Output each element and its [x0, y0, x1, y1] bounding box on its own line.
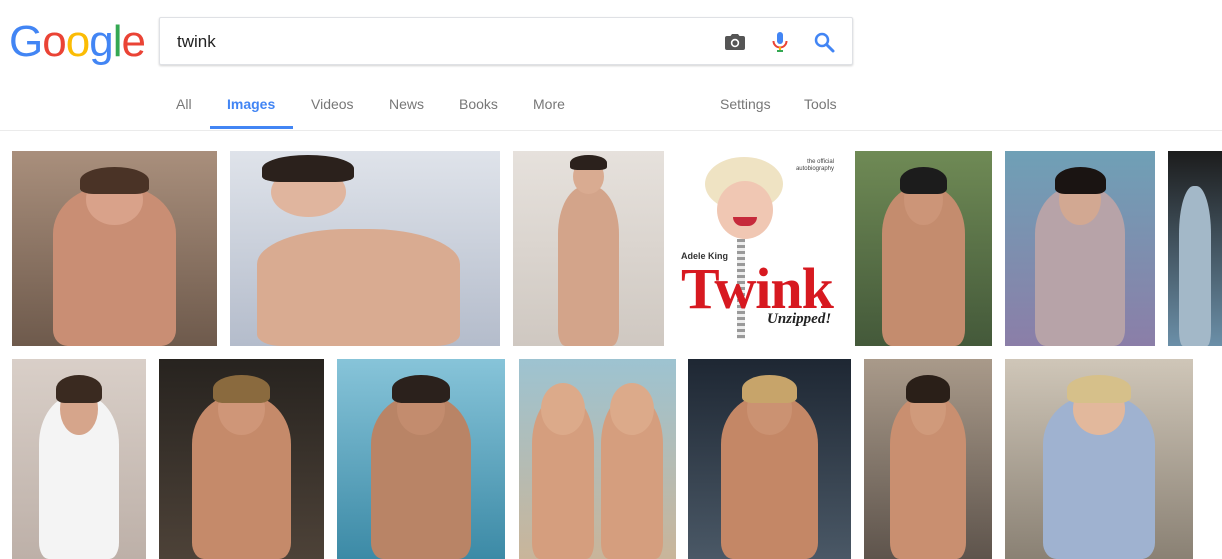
image-result[interactable]: [864, 359, 992, 559]
image-result[interactable]: [855, 151, 992, 346]
logo-letter: l: [112, 17, 123, 66]
image-result[interactable]: [1005, 151, 1155, 346]
tab-all[interactable]: All: [176, 96, 192, 112]
logo-letter: g: [89, 17, 114, 66]
logo-letter: e: [121, 17, 146, 66]
cover-subtitle: Unzipped!: [767, 311, 832, 327]
image-result[interactable]: [12, 151, 217, 346]
header: Google All Images: [0, 0, 1222, 131]
search-tabs: All Images Videos News Books More Settin…: [0, 80, 1222, 130]
tab-images[interactable]: Images: [227, 96, 275, 112]
image-result[interactable]: [159, 359, 324, 559]
tab-books[interactable]: Books: [459, 96, 498, 112]
search-box: [159, 17, 853, 65]
cover-title: Twink: [681, 256, 834, 321]
camera-icon[interactable]: [723, 30, 747, 54]
tab-news[interactable]: News: [389, 96, 424, 112]
logo-letter: o: [42, 17, 67, 66]
image-result[interactable]: [337, 359, 505, 559]
search-icon[interactable]: [812, 30, 836, 54]
google-logo[interactable]: Google: [9, 16, 146, 68]
logo-letter: o: [65, 17, 91, 66]
image-result-book-cover[interactable]: the official autobiography Adele King Tw…: [677, 151, 842, 346]
logo-letter: G: [9, 17, 43, 66]
search-input[interactable]: [177, 30, 697, 54]
microphone-icon[interactable]: [768, 30, 792, 54]
settings-link[interactable]: Settings: [720, 96, 771, 112]
active-tab-indicator: [210, 126, 293, 129]
tab-videos[interactable]: Videos: [311, 96, 354, 112]
tools-link[interactable]: Tools: [804, 96, 837, 112]
image-result[interactable]: [1005, 359, 1193, 559]
image-result[interactable]: [513, 151, 664, 346]
image-result[interactable]: [12, 359, 146, 559]
image-result[interactable]: [688, 359, 851, 559]
cover-tagline: the official autobiography: [795, 159, 834, 172]
image-result[interactable]: [1168, 151, 1222, 346]
image-result[interactable]: [230, 151, 500, 346]
image-result[interactable]: [519, 359, 676, 559]
tab-more[interactable]: More: [533, 96, 565, 112]
